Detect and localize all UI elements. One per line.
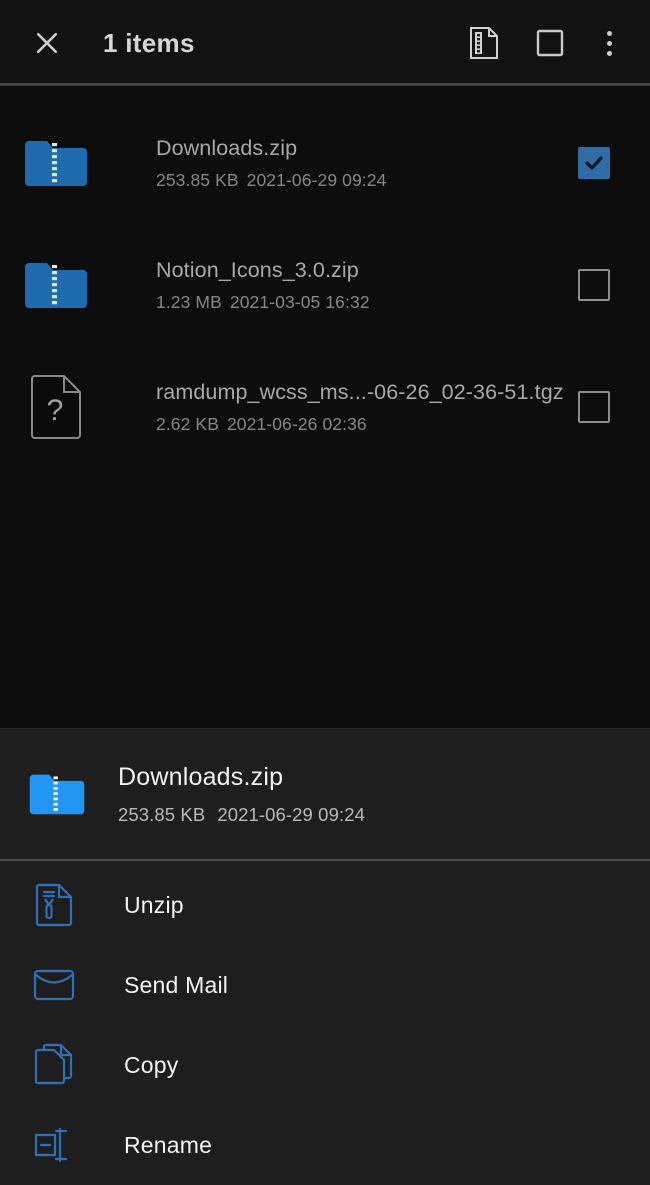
action-bottom-sheet: Downloads.zip 253.85 KB 2021-06-29 09:24	[0, 728, 650, 1185]
file-icon: ?	[0, 374, 112, 440]
checkbox-unchecked-icon	[578, 269, 610, 301]
select-all-checkbox-icon	[535, 28, 565, 58]
selected-file-name: Downloads.zip	[118, 763, 284, 791]
checkbox-checked-icon	[578, 147, 610, 179]
file-size: 253.85 KB	[156, 170, 239, 191]
svg-text:?: ?	[47, 394, 64, 427]
selection-count-title: 1 items	[103, 27, 195, 58]
action-list: Unzip Send Mail Copy Rename	[0, 861, 650, 1185]
file-icon	[26, 771, 88, 817]
checkbox-unchecked-icon	[578, 391, 610, 423]
unknown-file-icon: ?	[28, 374, 84, 440]
file-checkbox[interactable]	[564, 391, 624, 423]
action-icon	[26, 1127, 82, 1163]
action-label: Copy	[124, 1051, 179, 1078]
action-item-copy[interactable]: Copy	[0, 1025, 650, 1105]
file-meta: 2.62 KB 2021-06-26 02:36	[156, 414, 564, 435]
file-meta: 1.23 MB 2021-03-05 16:32	[156, 292, 564, 313]
select-all-button[interactable]	[524, 17, 576, 69]
zip-folder-icon	[28, 771, 86, 817]
table-row[interactable]: ? ramdump_wcss_ms...-06-26_02-36-51.tgz …	[0, 346, 650, 468]
archive-file-icon	[469, 26, 499, 60]
action-item-unzip[interactable]: Unzip	[0, 865, 650, 945]
file-icon	[0, 259, 112, 311]
file-date: 2021-06-26 02:36	[226, 414, 367, 435]
file-checkbox[interactable]	[564, 147, 624, 179]
file-name: Notion_Icons_3.0.zip	[156, 257, 359, 282]
action-icon	[26, 883, 82, 927]
table-row[interactable]: Notion_Icons_3.0.zip 1.23 MB 2021-03-05 1…	[0, 224, 650, 346]
action-icon	[26, 968, 82, 1002]
file-name: Downloads.zip	[156, 135, 298, 160]
file-size: 1.23 MB	[156, 292, 222, 313]
action-item-rename[interactable]: Rename	[0, 1105, 650, 1185]
action-icon	[26, 1043, 82, 1087]
selected-file-header: Downloads.zip 253.85 KB 2021-06-29 09:24	[0, 729, 650, 859]
copy-icon	[34, 1043, 74, 1087]
selected-file-size: 253.85 KB	[118, 804, 206, 825]
selected-file-date: 2021-06-29 09:24	[217, 804, 365, 825]
zip-folder-icon	[23, 259, 89, 311]
file-info: Downloads.zip 253.85 KB 2021-06-29 09:24	[112, 135, 564, 192]
file-meta: 253.85 KB 2021-06-29 09:24	[156, 170, 564, 191]
selection-toolbar: 1 items	[0, 0, 650, 86]
toolbar-divider	[0, 83, 650, 86]
close-button[interactable]	[24, 20, 70, 66]
more-vertical-icon	[606, 30, 612, 56]
action-item-send-mail[interactable]: Send Mail	[0, 945, 650, 1025]
file-list: Downloads.zip 253.85 KB 2021-06-29 09:24	[0, 86, 650, 728]
action-label: Send Mail	[124, 971, 229, 998]
file-date: 2021-06-29 09:24	[246, 170, 387, 191]
action-label: Rename	[124, 1131, 213, 1158]
selected-file-info: Downloads.zip 253.85 KB 2021-06-29 09:24	[88, 762, 365, 826]
file-checkbox[interactable]	[564, 269, 624, 301]
zip-folder-icon	[23, 137, 89, 189]
table-row[interactable]: Downloads.zip 253.85 KB 2021-06-29 09:24	[0, 102, 650, 224]
archive-button[interactable]	[458, 17, 510, 69]
file-manager-screen: 1 items Downloads.zip 253.85 KB 2021-06-…	[0, 0, 650, 1185]
selected-file-meta: 253.85 KB 2021-06-29 09:24	[118, 804, 365, 826]
file-info: ramdump_wcss_ms...-06-26_02-36-51.tgz 2.…	[112, 379, 564, 436]
file-size: 2.62 KB	[156, 414, 219, 435]
file-icon	[0, 137, 112, 189]
mail-icon	[33, 968, 75, 1002]
close-icon	[32, 28, 62, 58]
overflow-menu-button[interactable]	[590, 17, 628, 69]
file-date: 2021-03-05 16:32	[229, 292, 370, 313]
rename-icon	[33, 1127, 75, 1163]
file-name: ramdump_wcss_ms...-06-26_02-36-51.tgz	[156, 379, 564, 404]
unzip-icon	[35, 883, 73, 927]
file-info: Notion_Icons_3.0.zip 1.23 MB 2021-03-05 1…	[112, 257, 564, 314]
action-label: Unzip	[124, 891, 184, 918]
